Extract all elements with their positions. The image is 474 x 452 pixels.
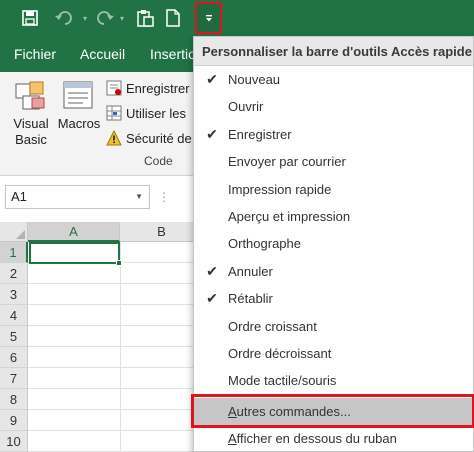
menu-item-retablir[interactable]: ✔ Rétablir <box>194 285 473 312</box>
redo-icon[interactable] <box>92 6 116 30</box>
menu-item-afficher-en-dessous-du-ruban[interactable]: Afficher en dessous du ruban <box>194 425 473 452</box>
menu-title: Personnaliser la barre d'outils Accès ra… <box>194 37 473 66</box>
menu-item-label: Rétablir <box>228 291 273 307</box>
ribbon-group-label: Code <box>144 154 173 168</box>
tab-accueil[interactable]: Accueil <box>80 46 125 62</box>
row-header-10[interactable]: 10 <box>0 431 28 452</box>
column-header-b[interactable]: B <box>120 222 204 242</box>
macros-button[interactable]: Macros <box>56 78 102 132</box>
menu-item-label: Aperçu et impression <box>228 209 351 224</box>
customize-qat-menu: Personnaliser la barre d'outils Accès ra… <box>191 36 474 452</box>
record-macro-label: Enregistrer <box>126 80 190 96</box>
menu-item-label: Nouveau <box>228 72 281 87</box>
menu-item-ordre-decroissant[interactable]: Ordre décroissant <box>194 340 473 367</box>
macro-security-button[interactable]: Sécurité de <box>106 128 192 148</box>
relative-references-button[interactable]: Utiliser les <box>106 103 186 123</box>
relative-references-label: Utiliser les <box>126 105 186 121</box>
row-header-5[interactable]: 5 <box>0 326 28 347</box>
menu-item-label: Orthographe <box>228 236 301 252</box>
checkmark-icon: ✔ <box>206 71 218 87</box>
row-header-9[interactable]: 9 <box>0 410 28 431</box>
redo-dropdown-icon[interactable]: ▾ <box>117 6 127 30</box>
menu-item-label: Annuler <box>228 263 273 279</box>
macro-security-label: Sécurité de <box>126 130 192 146</box>
title-bar: ▾ ▾ <box>0 0 474 38</box>
new-document-icon[interactable] <box>163 6 183 30</box>
menu-item-nouveau[interactable]: ✔ Nouveau <box>194 66 473 93</box>
macros-label: Macros <box>57 116 101 131</box>
visual-basic-icon <box>15 81 45 110</box>
relative-references-icon <box>106 105 122 121</box>
row-header-6[interactable]: 6 <box>0 347 28 368</box>
fill-handle[interactable] <box>116 260 122 266</box>
menu-item-enregistrer[interactable]: ✔ Enregistrer <box>194 121 473 148</box>
menu-item-envoyer-par-courrier[interactable]: Envoyer par courrier <box>194 148 473 175</box>
column-header-a[interactable]: A <box>28 222 120 242</box>
menu-item-impression-rapide[interactable]: Impression rapide <box>194 176 473 203</box>
menu-item-ouvrir[interactable]: Ouvrir <box>194 93 473 120</box>
row-header-1[interactable]: 1 <box>0 242 28 263</box>
menu-item-ordre-croissant[interactable]: Ordre croissant <box>194 313 473 340</box>
customize-qat-button[interactable] <box>195 2 222 34</box>
menu-item-label: Impression rapide <box>228 181 332 197</box>
name-box[interactable]: A1 ▼ <box>5 185 150 209</box>
undo-icon[interactable] <box>52 6 78 30</box>
menu-item-orthographe[interactable]: Orthographe <box>194 230 473 257</box>
row-header-3[interactable]: 3 <box>0 284 28 305</box>
tab-fichier[interactable]: Fichier <box>14 46 56 62</box>
formula-bar-separator-icon: ⋮ <box>158 190 170 204</box>
menu-item-mode-tactile-souris[interactable]: Mode tactile/souris <box>194 367 473 394</box>
active-cell-a1[interactable] <box>29 242 122 266</box>
menu-item-label: Afficher en dessous du ruban <box>228 431 397 447</box>
row-header-7[interactable]: 7 <box>0 368 28 389</box>
menu-item-label: Enregistrer <box>228 126 292 142</box>
row-header-2[interactable]: 2 <box>0 263 28 284</box>
menu-item-label: Ouvrir <box>228 99 264 115</box>
name-box-value: A1 <box>11 189 27 204</box>
row-header-8[interactable]: 8 <box>0 389 28 410</box>
visual-basic-button[interactable]: Visual Basic <box>8 78 54 148</box>
checkmark-icon: ✔ <box>206 125 218 142</box>
visual-basic-label-line2: Basic <box>15 132 47 147</box>
save-icon[interactable] <box>18 6 42 30</box>
menu-item-annuler[interactable]: ✔ Annuler <box>194 258 473 285</box>
menu-item-label: Ordre croissant <box>228 318 317 334</box>
chevron-down-icon[interactable]: ▼ <box>135 186 143 208</box>
customize-dropdown-icon <box>205 15 212 22</box>
gridline <box>120 242 121 452</box>
macros-icon <box>63 81 93 109</box>
row-header-4[interactable]: 4 <box>0 305 28 326</box>
menu-item-label: Ordre décroissant <box>228 346 332 361</box>
checkmark-icon: ✔ <box>206 290 218 307</box>
record-macro-button[interactable]: Enregistrer <box>106 78 190 98</box>
warning-icon <box>106 130 122 146</box>
record-macro-icon <box>106 80 122 96</box>
menu-item-apercu-et-impression[interactable]: Aperçu et impression <box>194 203 473 230</box>
highlight-border <box>191 394 474 428</box>
select-all-button[interactable] <box>0 222 28 242</box>
checkmark-icon: ✔ <box>206 262 218 279</box>
menu-item-label: Mode tactile/souris <box>228 373 337 389</box>
undo-dropdown-icon[interactable]: ▾ <box>80 6 90 30</box>
clipboard-icon[interactable] <box>134 6 156 30</box>
visual-basic-label-line1: Visual <box>13 116 49 131</box>
menu-item-label: Envoyer par courrier <box>228 154 346 170</box>
